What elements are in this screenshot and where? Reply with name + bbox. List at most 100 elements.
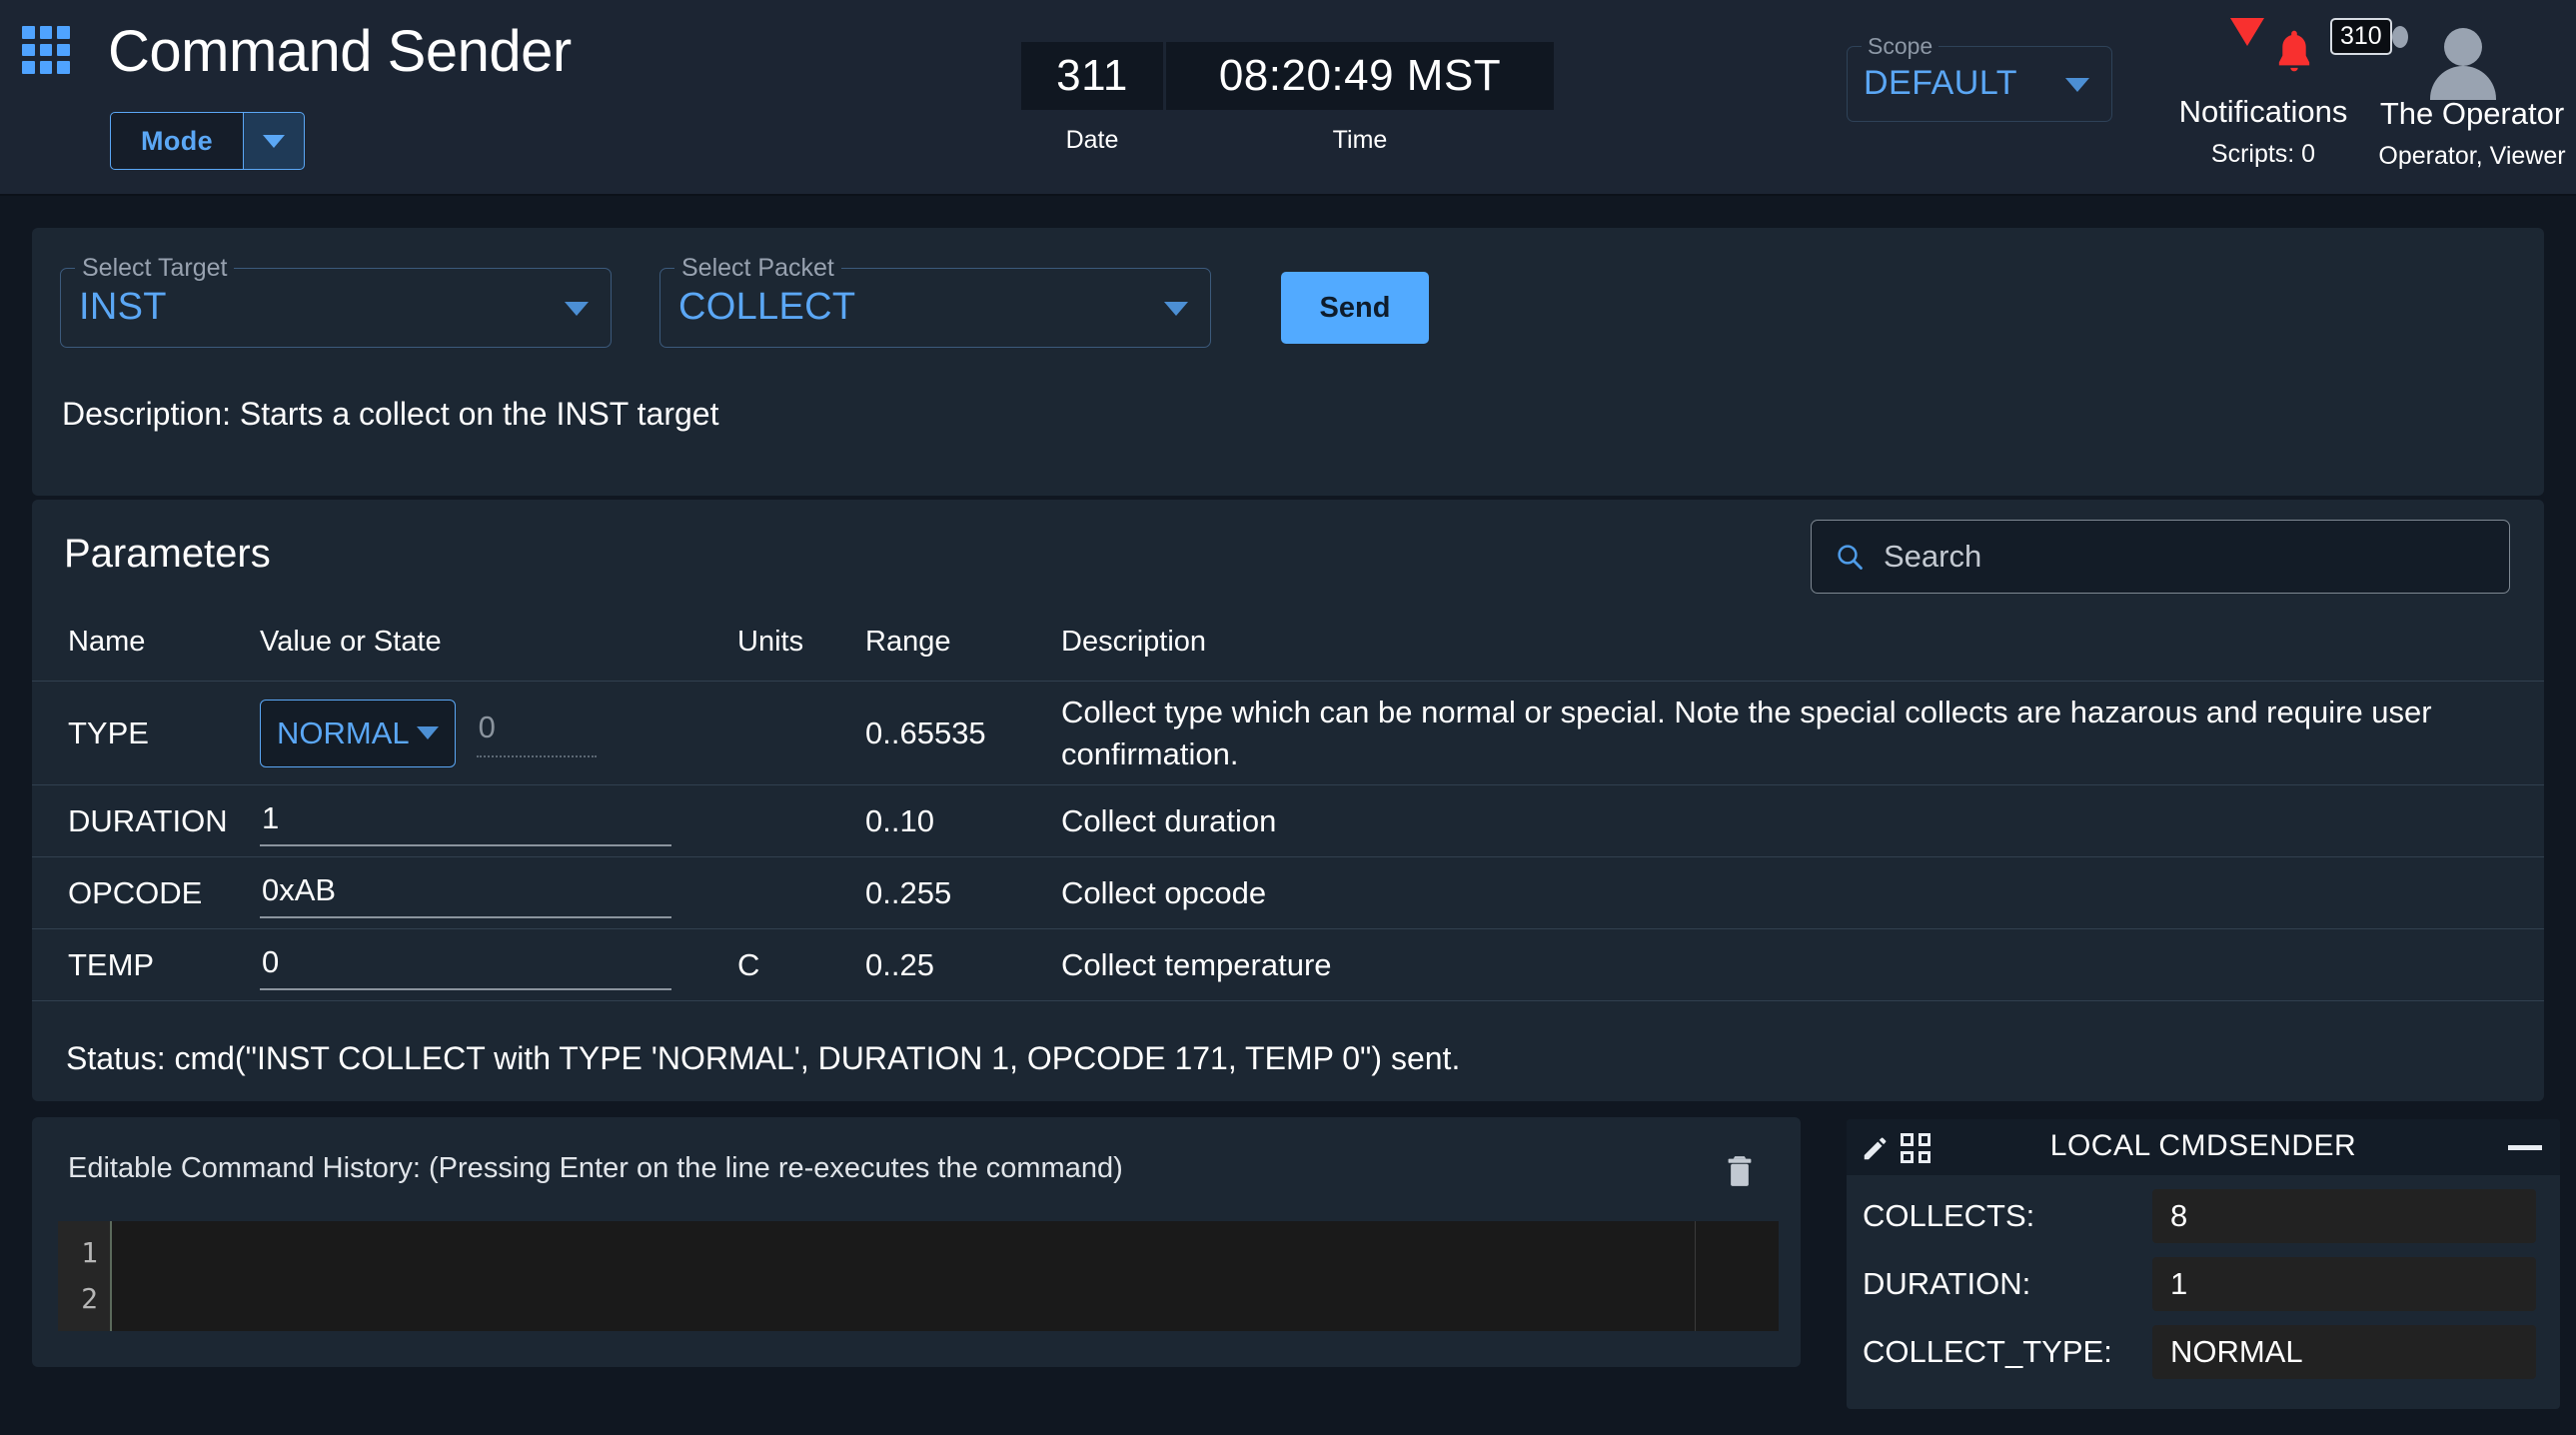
table-row: TEMP C 0..25 Collect temperature: [32, 928, 2544, 1002]
user-name: The Operator: [2379, 96, 2565, 131]
editor-line-numbers: 1 2: [58, 1221, 110, 1331]
param-description: Collect duration: [1061, 784, 2544, 858]
widget-title: LOCAL CMDSENDER: [2049, 1129, 2357, 1162]
param-units: [737, 681, 865, 786]
line-number: 2: [81, 1282, 98, 1315]
scope-value: DEFAULT: [1864, 64, 2018, 102]
widget-key: COLLECTS:: [1863, 1198, 2035, 1233]
alert-triangle-icon: [2230, 18, 2264, 46]
parameters-header: Parameters Search: [32, 500, 2544, 614]
widget-row: COLLECT_TYPE: NORMAL: [1863, 1325, 2536, 1379]
datetime-display: 311 08:20:49 MST: [1021, 42, 1554, 110]
code-fn: cmd(: [126, 1328, 196, 1331]
widget-value: 1: [2152, 1257, 2536, 1311]
editor-right-gutter: [1695, 1221, 1779, 1331]
column-header-name: Name: [32, 614, 260, 682]
search-icon: [1838, 545, 1863, 570]
param-description: Collect temperature: [1061, 928, 2544, 1002]
command-description: Description: Starts a collect on the INS…: [62, 396, 719, 432]
column-header-description: Description: [1061, 614, 2544, 682]
code-line[interactable]: cmd("INST COLLECT with TYPE 'NORMAL', DU…: [126, 1322, 1779, 1331]
scope-select[interactable]: Scope DEFAULT: [1847, 33, 2112, 122]
param-name: TEMP: [32, 928, 260, 1002]
datetime-labels: Date Time: [1021, 126, 1554, 155]
mode-dropdown-button[interactable]: [243, 112, 306, 170]
widget-row: COLLECTS: 8: [1863, 1189, 2536, 1243]
apps-grid-icon[interactable]: [22, 26, 70, 74]
column-header-value: Value or State: [260, 614, 737, 682]
code-close-paren: ): [1330, 1328, 1347, 1331]
bell-icon[interactable]: [2268, 24, 2320, 80]
send-button[interactable]: Send: [1281, 272, 1429, 344]
user-roles: Operator, Viewer: [2378, 142, 2566, 170]
notifications-label: Notifications: [2178, 94, 2348, 129]
page-title: Command Sender: [108, 19, 572, 84]
param-raw-value[interactable]: 0: [476, 710, 597, 757]
parameters-table: Name Value or State Units Range Descript…: [32, 614, 2544, 1002]
editor-code-area[interactable]: cmd("INST COLLECT with TYPE 'NORMAL', DU…: [110, 1221, 1779, 1331]
param-name: OPCODE: [32, 856, 260, 930]
param-units: C: [737, 928, 865, 1002]
chevron-down-icon: [263, 134, 286, 148]
table-header-row: Name Value or State Units Range Descript…: [32, 614, 2544, 682]
status-row: Status: cmd("INST COLLECT with TYPE 'NOR…: [32, 1015, 2544, 1101]
command-history-editor[interactable]: 1 2 cmd("INST COLLECT with TYPE 'NORMAL'…: [58, 1221, 1779, 1331]
table-row: TYPE NORMAL 0 0..65535 Collect type whic…: [32, 681, 2544, 786]
time-value: 08:20:49 MST: [1166, 42, 1554, 110]
param-value-cell: NORMAL 0: [260, 681, 737, 786]
mode-button[interactable]: Mode: [110, 112, 244, 170]
mode-button-group: Mode: [110, 112, 306, 170]
param-value-input[interactable]: [260, 867, 671, 918]
local-cmdsender-widget: LOCAL CMDSENDER COLLECTS: 8 DURATION: 1 …: [1847, 1119, 2560, 1409]
param-name: TYPE: [32, 681, 260, 786]
user-area[interactable]: The Operator Operator, Viewer: [2368, 14, 2576, 171]
status-dot-icon: [2392, 26, 2408, 48]
chevron-down-icon: [565, 302, 589, 316]
column-header-range: Range: [865, 614, 1061, 682]
select-packet-dropdown[interactable]: Select Packet COLLECT: [659, 254, 1211, 348]
date-label: Date: [1065, 126, 1119, 154]
command-history-card: Editable Command History: (Pressing Ente…: [32, 1117, 1801, 1367]
param-value-input[interactable]: [260, 939, 671, 990]
param-description: Collect opcode: [1061, 856, 2544, 930]
param-description: Collect type which can be normal or spec…: [1061, 681, 2544, 786]
trash-icon[interactable]: [1721, 1149, 1759, 1193]
chevron-down-icon: [417, 726, 439, 740]
notifications-area[interactable]: 310 Notifications Scripts: 0: [2148, 14, 2392, 169]
minimize-icon[interactable]: [2508, 1145, 2542, 1150]
param-range: 0..25: [865, 928, 1061, 1002]
search-input[interactable]: Search: [1811, 520, 2510, 594]
param-value-cell: [260, 928, 737, 1002]
param-value-input[interactable]: [260, 795, 671, 846]
parameters-title: Parameters: [64, 532, 271, 576]
scripts-count: Scripts: 0: [2210, 140, 2316, 168]
command-selector-card: Select Target INST Select Packet COLLECT…: [32, 228, 2544, 496]
person-head-icon: [2444, 28, 2482, 66]
select-target-dropdown[interactable]: Select Target INST: [60, 254, 612, 348]
chevron-down-icon: [1164, 302, 1188, 316]
param-units: [737, 856, 865, 930]
column-header-units: Units: [737, 614, 865, 682]
param-range: 0..10: [865, 784, 1061, 858]
widget-key: COLLECT_TYPE:: [1863, 1334, 2112, 1369]
widget-value: 8: [2152, 1189, 2536, 1243]
scope-label: Scope: [1862, 33, 1939, 60]
search-placeholder: Search: [1884, 539, 1982, 574]
param-units: [737, 784, 865, 858]
param-value-cell: [260, 856, 737, 930]
time-label: Time: [1332, 126, 1388, 154]
widget-rows: COLLECTS: 8 DURATION: 1 COLLECT_TYPE: NO…: [1847, 1175, 2560, 1379]
widget-key: DURATION:: [1863, 1266, 2031, 1301]
param-range: 0..65535: [865, 681, 1061, 786]
param-value-cell: [260, 784, 737, 858]
widget-value: NORMAL: [2152, 1325, 2536, 1379]
param-state-dropdown[interactable]: NORMAL: [260, 699, 456, 767]
widget-title-bar: LOCAL CMDSENDER: [1847, 1119, 2560, 1175]
avatar: [2368, 14, 2576, 100]
select-packet-label: Select Packet: [674, 254, 841, 283]
notifications-icons: 310: [2148, 14, 2392, 90]
person-body-icon: [2430, 66, 2496, 100]
param-range: 0..255: [865, 856, 1061, 930]
table-row: OPCODE 0..255 Collect opcode: [32, 856, 2544, 930]
select-target-value: INST: [79, 286, 167, 328]
